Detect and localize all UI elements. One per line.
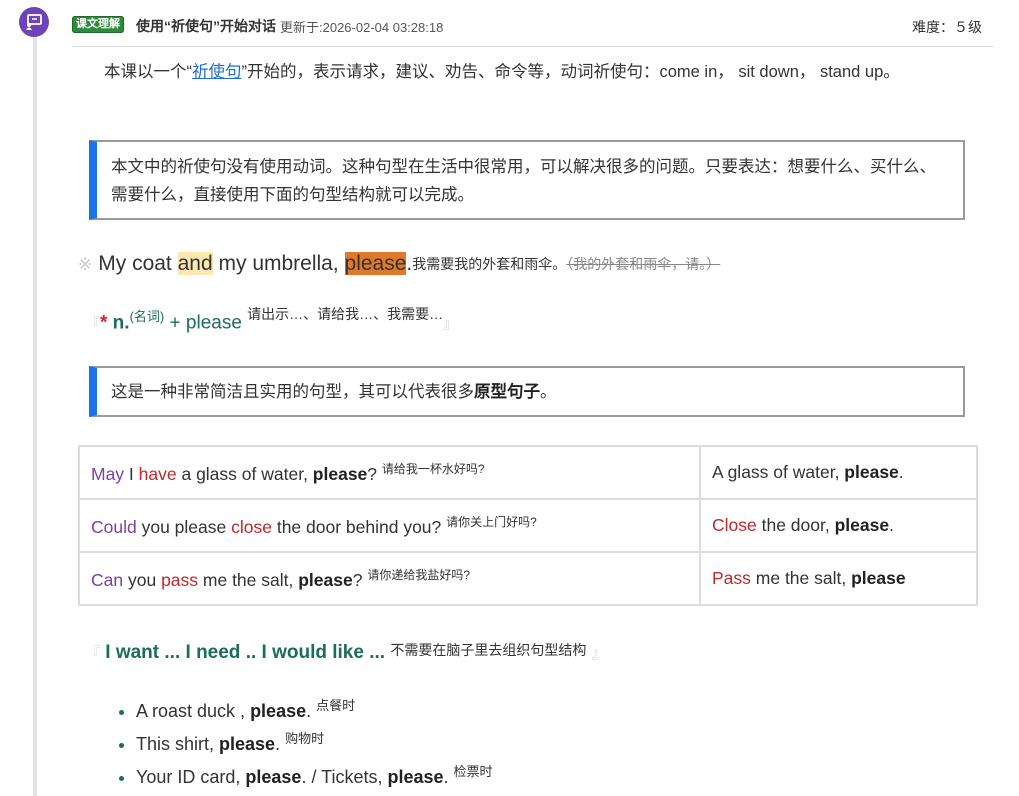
intro-suffix: ”开始的，表示请求，建议、劝告、命令等，动词祈使句：come in， sit d… [241, 63, 900, 81]
pattern-please: + please [164, 312, 248, 334]
table-cell-full: May I have a glass of water, please? 请给我… [78, 445, 701, 500]
updated-time: 更新于:2026-02-04 03:28:18 [280, 20, 444, 35]
difficulty-level: 难度：５级 [912, 19, 982, 35]
example-part: My coat [98, 252, 178, 275]
literal-translation-struck: （我的外套和雨伞，请。） [566, 256, 721, 272]
sentence-comparison-table: May I have a glass of water, please? 请给我… [78, 445, 978, 606]
usage-note: 检票时 [453, 764, 493, 779]
table-cell-short: Close the door, please. [699, 498, 978, 553]
bracket-open: 『 [86, 315, 100, 332]
list-item: A roast duck , please. 点餐时 [136, 692, 493, 725]
bracket-close: 』 [443, 315, 458, 332]
sentence-pattern-1: 『* n.(名词) + please 请出示…、请给我…、我需要…』 [86, 306, 457, 334]
table-row: Can you pass me the salt, please? 请你递给我盐… [78, 551, 978, 606]
sentence-pattern-2: 『 I want ... I need .. I would like ... … [86, 642, 606, 664]
presentation-icon [26, 14, 42, 30]
callout2-bold: 原型句子 [474, 383, 540, 401]
intro-paragraph: 本课以一个“祈使句”开始的，表示请求，建议、劝告、命令等，动词祈使句：come … [78, 59, 948, 85]
intro-prefix: 本课以一个“ [104, 63, 192, 81]
table-cell-full: Can you pass me the salt, please? 请你递给我盐… [78, 551, 701, 606]
translation-note: 请给我一杯水好吗? [381, 462, 485, 477]
category-tag: 课文理解 [72, 16, 124, 33]
callout2-text: 这是一种非常简洁且实用的句型，其可以代表很多 [111, 383, 474, 401]
example-part: my umbrella, [212, 252, 345, 275]
callout-note-1: 本文中的祈使句没有使用动词。这种句型在生活中很常用，可以解决很多的问题。只要表达… [89, 140, 965, 220]
bracket-open: 『 [86, 645, 100, 661]
table-cell-short: Pass me the salt, please [699, 551, 978, 606]
imperative-link[interactable]: 祈使句 [192, 63, 242, 81]
table-cell-full: Could you please close the door behind y… [78, 498, 701, 553]
lesson-icon [19, 7, 49, 37]
list-item: Your ID card, please. / Tickets, please.… [136, 758, 493, 791]
highlight-and: and [177, 252, 213, 275]
table-cell-short: A glass of water, please. [699, 445, 978, 500]
pattern-note: 不需要在脑子里去组织句型结构 [390, 642, 587, 658]
table-row: May I have a glass of water, please? 请给我… [78, 445, 978, 500]
translation-note: 请你关上门好吗? [446, 515, 537, 530]
table-row: Could you please close the door behind y… [78, 498, 978, 553]
usage-note: 购物时 [285, 731, 325, 746]
lesson-title: 使用“祈使句”开始对话 [136, 18, 276, 34]
pattern-text: I want ... I need .. I would like ... [100, 642, 391, 663]
pattern-noun: n. [107, 312, 130, 334]
translation-note: 请你递给我盐好吗? [367, 568, 470, 583]
example-sentence: ※ My coat and my umbrella, please.我需要我的外套… [78, 252, 720, 276]
pattern-note: 请出示…、请给我…、我需要… [247, 306, 444, 322]
list-item: This shirt, please. 购物时 [136, 725, 493, 758]
noun-annotation: (名词) [129, 309, 165, 324]
reference-mark: ※ [78, 255, 93, 274]
usage-examples-list: A roast duck , please. 点餐时 This shirt, p… [116, 692, 493, 791]
usage-note: 点餐时 [316, 698, 356, 713]
highlight-please: please [344, 252, 407, 275]
timeline-line [33, 36, 37, 796]
lesson-header: 课文理解 使用“祈使句”开始对话 更新于:2026-02-04 03:28:18… [72, 12, 994, 47]
callout2-end: 。 [540, 383, 557, 401]
bracket-close: 』 [591, 645, 606, 661]
callout-note-2: 这是一种非常简洁且实用的句型，其可以代表很多原型句子。 [89, 366, 965, 417]
example-translation: 我需要我的外套和雨伞。 [412, 256, 567, 272]
